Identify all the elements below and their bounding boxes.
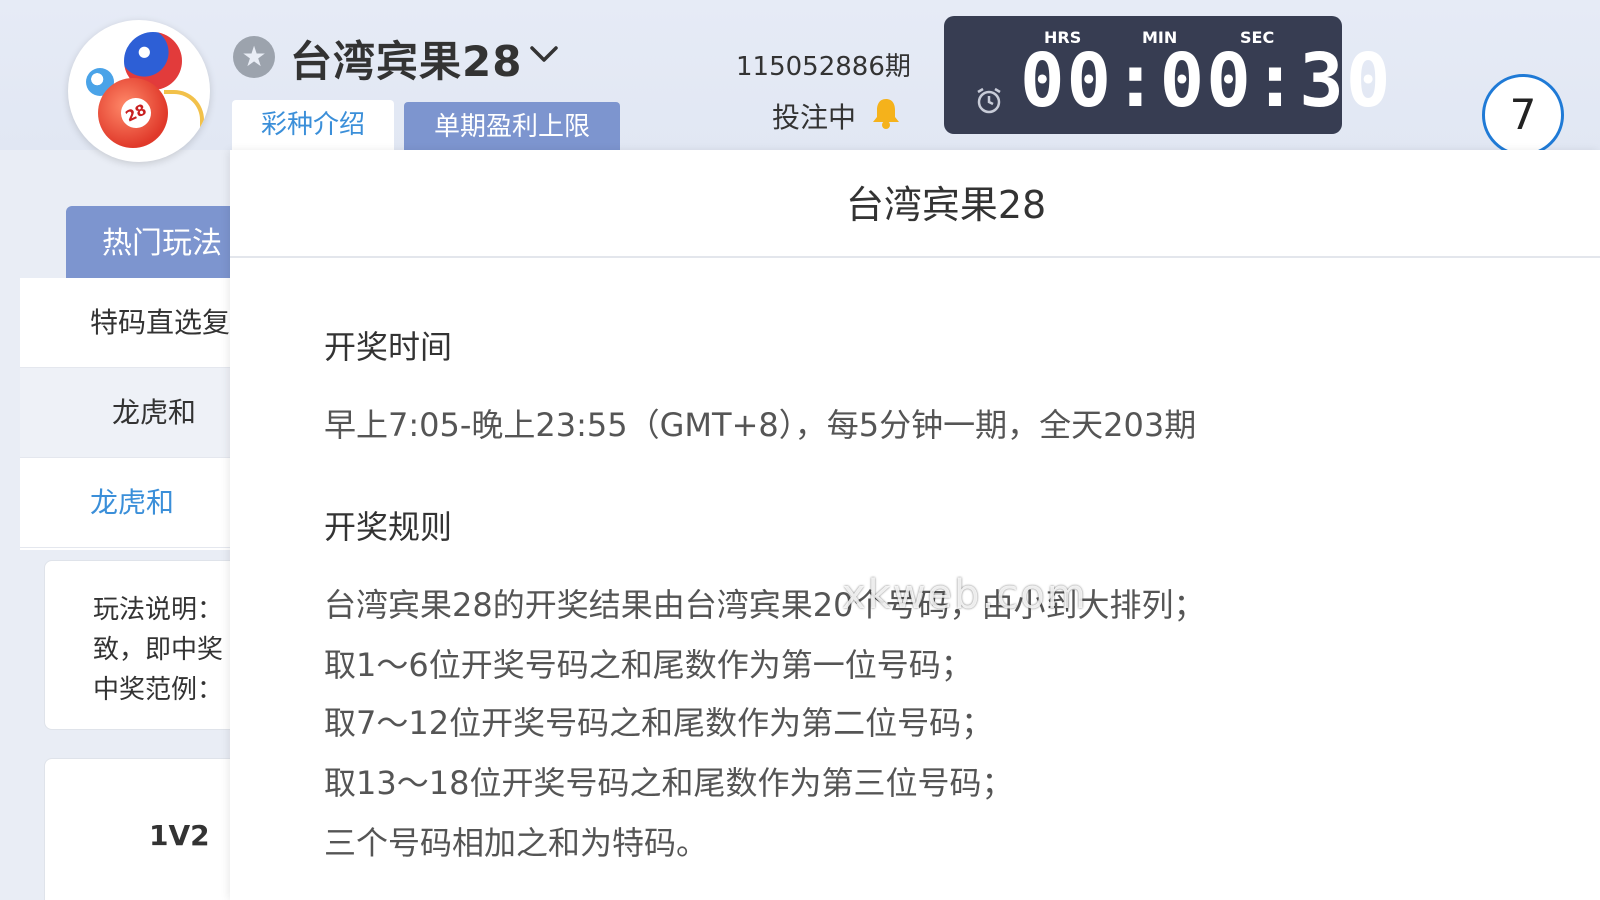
divider bbox=[230, 256, 1600, 258]
rule-line: 三个号码相加之和为特码。 bbox=[324, 824, 709, 862]
count-badge[interactable]: 7 bbox=[1482, 74, 1564, 156]
watermark: xkweb.com bbox=[842, 572, 1088, 618]
odds-label: 1V2 bbox=[149, 819, 210, 852]
sidebar-item-dragon-tiger-selected[interactable]: 龙虎和 bbox=[20, 458, 260, 548]
countdown-timer: HRS MIN SEC 00:00:30 bbox=[944, 16, 1390, 134]
sidebar-item-special-code[interactable]: 特码直选复 bbox=[20, 278, 260, 368]
game-title[interactable]: 台湾宾果28 bbox=[290, 28, 522, 89]
header-bar: 28 ★ 台湾宾果28 彩种介绍 单期盈利上限 115052886期 投注中 H… bbox=[0, 0, 1600, 162]
tab-game-intro[interactable]: 彩种介绍 bbox=[232, 100, 394, 150]
period-number: 115052886期 bbox=[736, 52, 911, 82]
info-line: 中奖范例： bbox=[93, 675, 224, 705]
modal-title: 台湾宾果28 bbox=[845, 183, 1047, 227]
ribbon-decoration bbox=[164, 90, 204, 140]
alarm-clock-icon bbox=[977, 87, 1001, 114]
draw-time-text: 早上7:05-晚上23:55（GMT+8），每5分钟一期，全天203期 bbox=[324, 406, 1197, 444]
timer-digits: 00:00:30 bbox=[1020, 38, 1393, 124]
draw-time-heading: 开奖时间 bbox=[324, 328, 453, 366]
sidebar-play-list: 特码直选复 龙虎和 龙虎和 bbox=[20, 278, 260, 550]
rule-line: 取7～12位开奖号码之和尾数作为第二位号码； bbox=[324, 704, 994, 742]
rule-line: 取1～6位开奖号码之和尾数作为第一位号码； bbox=[324, 646, 973, 684]
draw-rules-heading: 开奖规则 bbox=[324, 508, 453, 546]
favorite-star-icon[interactable]: ★ bbox=[233, 36, 275, 78]
rule-line: 取13～18位开奖号码之和尾数作为第三位号码； bbox=[324, 764, 1014, 802]
sidebar-item-dragon-tiger[interactable]: 龙虎和 bbox=[20, 368, 260, 458]
info-line: 致，即中奖 bbox=[93, 635, 224, 665]
chevron-down-icon[interactable] bbox=[526, 36, 562, 72]
bell-icon bbox=[873, 99, 899, 129]
lottery-logo: 28 bbox=[68, 20, 210, 162]
tab-profit-limit[interactable]: 单期盈利上限 bbox=[404, 102, 620, 150]
bet-status: 投注中 bbox=[772, 101, 857, 134]
game-intro-modal: 台湾宾果28 开奖时间 早上7:05-晚上23:55（GMT+8），每5分钟一期… bbox=[230, 150, 1600, 900]
info-line: 玩法说明： bbox=[93, 595, 224, 625]
